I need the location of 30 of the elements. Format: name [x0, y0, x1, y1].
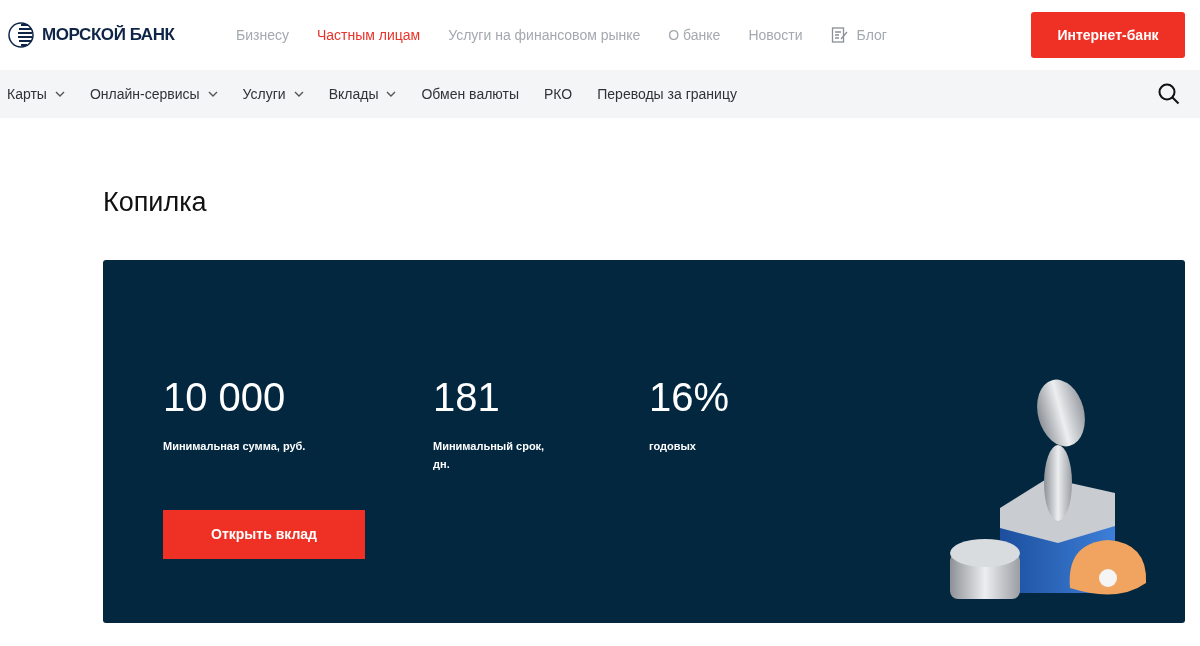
nav-link[interactable]: Блог — [830, 24, 887, 46]
stat-value: 181 — [433, 377, 501, 417]
nav-link[interactable]: Бизнесу — [236, 24, 289, 46]
search-icon[interactable] — [1158, 83, 1180, 105]
nav-link[interactable]: Услуги на финансовом рынке — [448, 24, 641, 46]
stat-caption: годовых — [649, 439, 697, 454]
notepad-pencil-icon — [830, 26, 849, 44]
menu-link[interactable]: Переводы за границу — [597, 83, 737, 105]
nav-link[interactable]: О банке — [668, 24, 721, 46]
chevron-down-icon — [207, 91, 218, 97]
stat-value: 10 000 — [163, 377, 287, 417]
menu-link[interactable]: Онлайн-сервисы — [89, 83, 218, 105]
page-title: Копилка — [103, 189, 208, 216]
chevron-down-icon — [293, 91, 304, 97]
menu-link[interactable]: Карты — [7, 83, 65, 105]
menu-link[interactable]: РКО — [544, 83, 573, 105]
menu-link[interactable]: Вклады — [328, 83, 397, 105]
nav-link[interactable]: Новости — [748, 24, 803, 46]
striped-globe-logo-icon — [8, 22, 34, 48]
menu-link[interactable]: Обмен валюты — [421, 83, 519, 105]
nav-link[interactable]: Частным лицам — [316, 24, 421, 46]
chevron-down-icon — [54, 91, 65, 97]
menu-link[interactable]: Услуги — [242, 83, 304, 105]
bank-logo-text: МОРСКОЙ БАНК — [42, 24, 175, 47]
internet-bank-button[interactable]: Интернет-банк — [1031, 12, 1185, 58]
stat-value: 16% — [649, 377, 731, 417]
open-deposit-button[interactable]: Открыть вклад — [163, 510, 365, 559]
stat-caption: Минимальная сумма, руб. — [163, 439, 307, 454]
stat-caption: Минимальный срок, дн. — [433, 439, 546, 472]
chevron-down-icon — [386, 91, 397, 97]
